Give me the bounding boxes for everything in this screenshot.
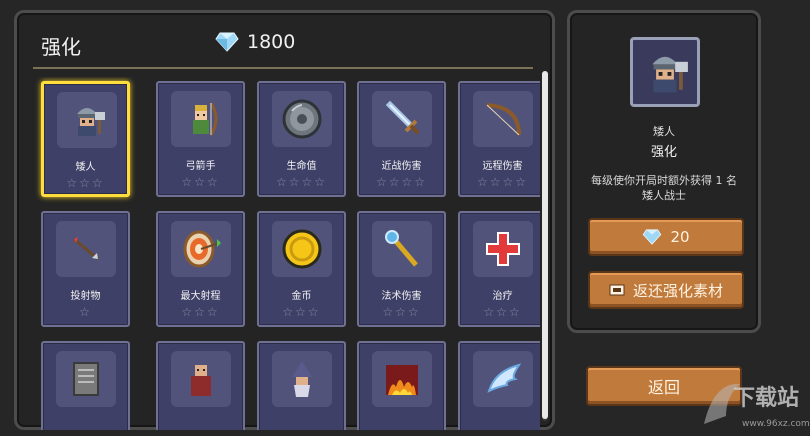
diamond-icon <box>215 32 239 52</box>
watermark-url: www.96xz.com <box>742 419 810 429</box>
detail-name: 矮人 <box>653 125 675 138</box>
upgrade-card-wizard[interactable] <box>257 341 346 430</box>
upgrade-card-melee[interactable]: 近战伤害 ☆☆☆☆ <box>357 81 446 197</box>
upgrade-card-health[interactable]: 生命值 ☆☆☆☆ <box>257 81 346 197</box>
watermark-text: 下载站 <box>733 386 800 411</box>
card-stars: ☆☆☆ <box>181 175 220 189</box>
card-label: 投射物 <box>70 291 101 302</box>
arrow-icon <box>73 237 99 261</box>
card-stars: ☆☆☆ <box>181 305 220 319</box>
card-icon-frame <box>473 91 533 147</box>
card-icon-frame <box>372 221 432 277</box>
detail-panel: 矮人 强化 每级使你开局时额外获得 1 名矮人战士 20 返还强化素材 <box>567 10 761 333</box>
detail-description: 每级使你开局时额外获得 1 名矮人战士 <box>591 174 737 202</box>
card-label: 治疗 <box>492 291 513 302</box>
grid-scrollbar[interactable] <box>542 71 548 421</box>
refund-icon <box>609 284 625 296</box>
card-icon-frame <box>473 221 533 277</box>
card-stars: ☆☆☆☆ <box>275 175 328 189</box>
target-icon <box>183 230 221 268</box>
upgrade-card-max-range[interactable]: 最大射程 ☆☆☆ <box>156 211 245 327</box>
title-divider <box>33 67 533 69</box>
cost-value: 20 <box>670 228 690 246</box>
card-label: 弓箭手 <box>185 161 216 172</box>
card-label: 矮人 <box>75 162 96 173</box>
card-label: 法术伤害 <box>381 291 422 302</box>
upgrade-card-monk[interactable] <box>156 341 245 430</box>
upgrade-card-projectile[interactable]: 投射物 ☆ <box>41 211 130 327</box>
coin-icon <box>282 229 322 269</box>
card-stars: ☆☆☆ <box>483 305 522 319</box>
card-icon-frame <box>372 351 432 407</box>
dwarf-icon <box>652 56 688 93</box>
card-icon-frame <box>473 351 533 407</box>
diamond-icon <box>643 229 662 245</box>
upgrade-card-spell[interactable]: 法术伤害 ☆☆☆ <box>357 211 446 327</box>
upgrade-card-archer[interactable]: 弓箭手 ☆☆☆ <box>156 81 245 197</box>
detail-subtitle: 强化 <box>650 145 677 160</box>
refund-button[interactable]: 返还强化素材 <box>588 271 744 309</box>
archer-icon <box>193 102 218 136</box>
wing-icon <box>487 363 522 393</box>
card-stars: ☆☆☆☆ <box>476 175 529 189</box>
card-stars: ☆☆☆ <box>282 305 321 319</box>
card-icon-frame <box>56 221 116 277</box>
card-icon-frame <box>57 92 117 148</box>
heal-cross-icon <box>486 232 520 266</box>
wizard-icon <box>292 361 312 397</box>
card-icon-frame <box>171 91 231 147</box>
sword-icon <box>385 100 420 135</box>
card-label: 生命值 <box>286 161 317 172</box>
card-icon-frame <box>272 221 332 277</box>
upgrade-card-book[interactable] <box>41 341 130 430</box>
card-label: 近战伤害 <box>381 161 422 172</box>
monk-icon <box>191 365 211 396</box>
card-stars: ☆☆☆ <box>66 176 105 190</box>
card-label: 金币 <box>291 291 312 302</box>
upgrade-card-fire[interactable] <box>357 341 446 430</box>
card-icon-frame <box>372 91 432 147</box>
dwarf-icon <box>77 108 105 136</box>
refund-label: 返还强化素材 <box>632 281 723 300</box>
upgrade-card-gold[interactable]: 金币 ☆☆☆ <box>257 211 346 327</box>
card-stars: ☆☆☆☆ <box>375 175 428 189</box>
staff-icon <box>385 230 418 267</box>
card-icon-frame <box>272 351 332 407</box>
book-icon <box>73 362 99 396</box>
panel-title: 强化 <box>41 35 81 59</box>
upgrade-card-dwarf[interactable]: 矮人 ☆☆☆ <box>41 81 130 197</box>
fire-icon <box>386 365 418 395</box>
bow-icon <box>486 103 521 136</box>
detail-portrait <box>630 37 700 107</box>
upgrade-panel: 强化 1800 矮人 ☆☆☆ 弓箭手 ☆☆☆ 生命值 ☆☆☆☆ 近战伤害 ☆☆☆… <box>14 10 555 430</box>
gem-counter: 1800 <box>215 31 295 53</box>
card-icon-frame <box>272 91 332 147</box>
card-icon-frame <box>171 221 231 277</box>
upgrade-cost-button[interactable]: 20 <box>588 218 744 256</box>
upgrade-card-wing[interactable] <box>458 341 540 430</box>
card-icon-frame <box>171 351 231 407</box>
upgrade-card-heal[interactable]: 治疗 ☆☆☆ <box>458 211 540 327</box>
card-label: 远程伤害 <box>482 161 523 172</box>
scrollbar-thumb[interactable] <box>542 71 548 419</box>
back-label: 返回 <box>647 378 680 397</box>
shield-icon <box>282 99 322 139</box>
card-icon-frame <box>56 351 116 407</box>
card-label: 最大射程 <box>180 291 221 302</box>
upgrade-grid[interactable]: 矮人 ☆☆☆ 弓箭手 ☆☆☆ 生命值 ☆☆☆☆ 近战伤害 ☆☆☆☆ 远程伤害 ☆… <box>35 77 540 430</box>
gem-count: 1800 <box>247 31 296 53</box>
upgrade-card-ranged[interactable]: 远程伤害 ☆☆☆☆ <box>458 81 540 197</box>
card-stars: ☆☆☆ <box>382 305 421 319</box>
card-stars: ☆ <box>79 305 92 319</box>
